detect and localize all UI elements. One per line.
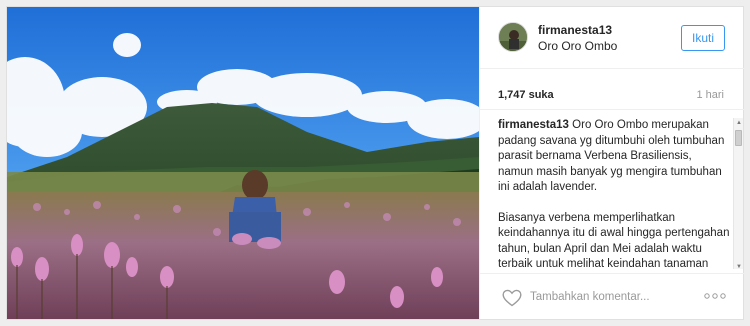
comment-bar	[480, 273, 744, 319]
landscape-photo	[7, 7, 479, 319]
post-modal: firmanesta13 Oro Oro Ombo Ikuti 1,747 su…	[6, 6, 744, 320]
post-details-panel: firmanesta13 Oro Oro Ombo Ikuti 1,747 su…	[479, 7, 744, 319]
comments-scrollbar[interactable]: ▲ ▼	[733, 118, 743, 269]
comment-input[interactable]	[530, 286, 700, 308]
heart-icon[interactable]	[502, 289, 522, 307]
more-options-icon[interactable]	[704, 292, 726, 300]
avatar-image	[499, 23, 527, 51]
caption-username[interactable]: firmanesta13	[498, 119, 569, 131]
caption: firmanesta13 Oro Oro Ombo merupakan pada…	[498, 118, 730, 269]
post-stats: 1,747 suka 1 hari	[480, 69, 744, 109]
post-photo[interactable]	[7, 7, 479, 319]
comments-area: firmanesta13 Oro Oro Ombo merupakan pada…	[480, 109, 744, 269]
username[interactable]: firmanesta13	[538, 23, 612, 37]
timestamp: 1 hari	[696, 89, 724, 101]
avatar[interactable]	[498, 22, 528, 52]
location-link[interactable]: Oro Oro Ombo	[538, 39, 617, 53]
follow-button[interactable]: Ikuti	[681, 25, 725, 51]
caption-paragraph-2: Biasanya verbena memperlihatkan keindaha…	[498, 211, 730, 270]
scroll-thumb[interactable]	[735, 130, 742, 146]
likes-count[interactable]: 1,747 suka	[498, 89, 554, 101]
scroll-down-arrow-icon[interactable]: ▼	[734, 262, 744, 269]
caption-paragraph-1: firmanesta13 Oro Oro Ombo merupakan pada…	[498, 118, 730, 196]
scroll-up-arrow-icon[interactable]: ▲	[734, 118, 744, 128]
post-header: firmanesta13 Oro Oro Ombo Ikuti	[480, 7, 744, 69]
